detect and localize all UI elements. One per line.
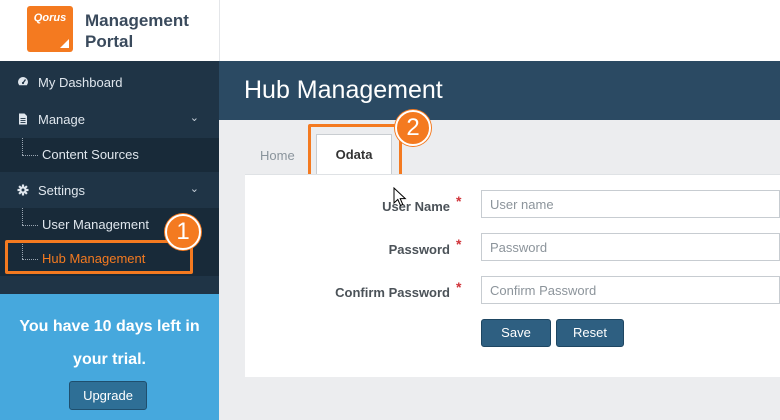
portal-title: Management Portal (85, 10, 189, 52)
tree-line (22, 138, 23, 155)
required-marker: * (456, 279, 462, 295)
sidebar-item-settings[interactable]: Settings ⌄ (0, 173, 219, 207)
sidebar-item-manage[interactable]: Manage ⌄ (0, 102, 219, 136)
step1-highlight-box (5, 240, 193, 274)
logo-fold-mark (60, 39, 69, 48)
portal-title-line1: Management (85, 11, 189, 30)
confirm-password-label: Confirm Password (335, 285, 450, 300)
sidebar-item-label: Settings (38, 183, 85, 198)
reset-button[interactable]: Reset (556, 319, 624, 347)
tree-line (22, 208, 23, 225)
trial-message-line1: You have 10 days left in (0, 318, 219, 336)
trial-days: 10 days (93, 318, 153, 335)
trial-suffix: left in (152, 318, 200, 335)
page-title: Hub Management (244, 76, 443, 104)
trial-prefix: You have (19, 318, 94, 335)
step2-callout-badge: 2 (395, 110, 431, 146)
trial-panel: You have 10 days left in your trial. Upg… (0, 294, 219, 420)
document-icon (19, 113, 27, 125)
sidebar-item-label: Content Sources (42, 147, 139, 162)
tab-home[interactable]: Home (260, 148, 295, 163)
trial-message-line2: your trial. (73, 351, 146, 368)
gear-icon (17, 184, 29, 196)
topbar-divider (219, 0, 220, 61)
required-marker: * (456, 193, 462, 209)
portal-title-line2: Portal (85, 32, 134, 51)
qorus-logo[interactable]: Qorus (27, 6, 73, 52)
content-header: Hub Management (219, 61, 780, 120)
username-input[interactable] (481, 190, 780, 218)
step1-callout-badge: 1 (165, 214, 201, 250)
upgrade-button[interactable]: Upgrade (69, 381, 147, 410)
sidebar-item-dashboard[interactable]: My Dashboard (0, 65, 219, 99)
save-button[interactable]: Save (481, 319, 551, 347)
sidebar-item-content-sources[interactable]: Content Sources (0, 138, 219, 172)
sidebar-item-label: User Management (42, 217, 149, 232)
top-bar: Qorus Management Portal (0, 0, 780, 61)
tree-branch (22, 225, 38, 226)
logo-text: Qorus (33, 12, 67, 24)
password-label: Password (388, 242, 450, 257)
sidebar-item-label: My Dashboard (38, 75, 123, 90)
sidebar-item-label: Manage (38, 112, 85, 127)
password-input[interactable] (481, 233, 780, 261)
confirm-password-input[interactable] (481, 276, 780, 304)
chevron-down-icon: ⌄ (189, 183, 199, 195)
dashboard-icon (18, 77, 28, 86)
required-marker: * (456, 236, 462, 252)
chevron-down-icon: ⌄ (189, 112, 199, 124)
tree-branch (22, 155, 38, 156)
mouse-cursor-icon (393, 187, 407, 207)
